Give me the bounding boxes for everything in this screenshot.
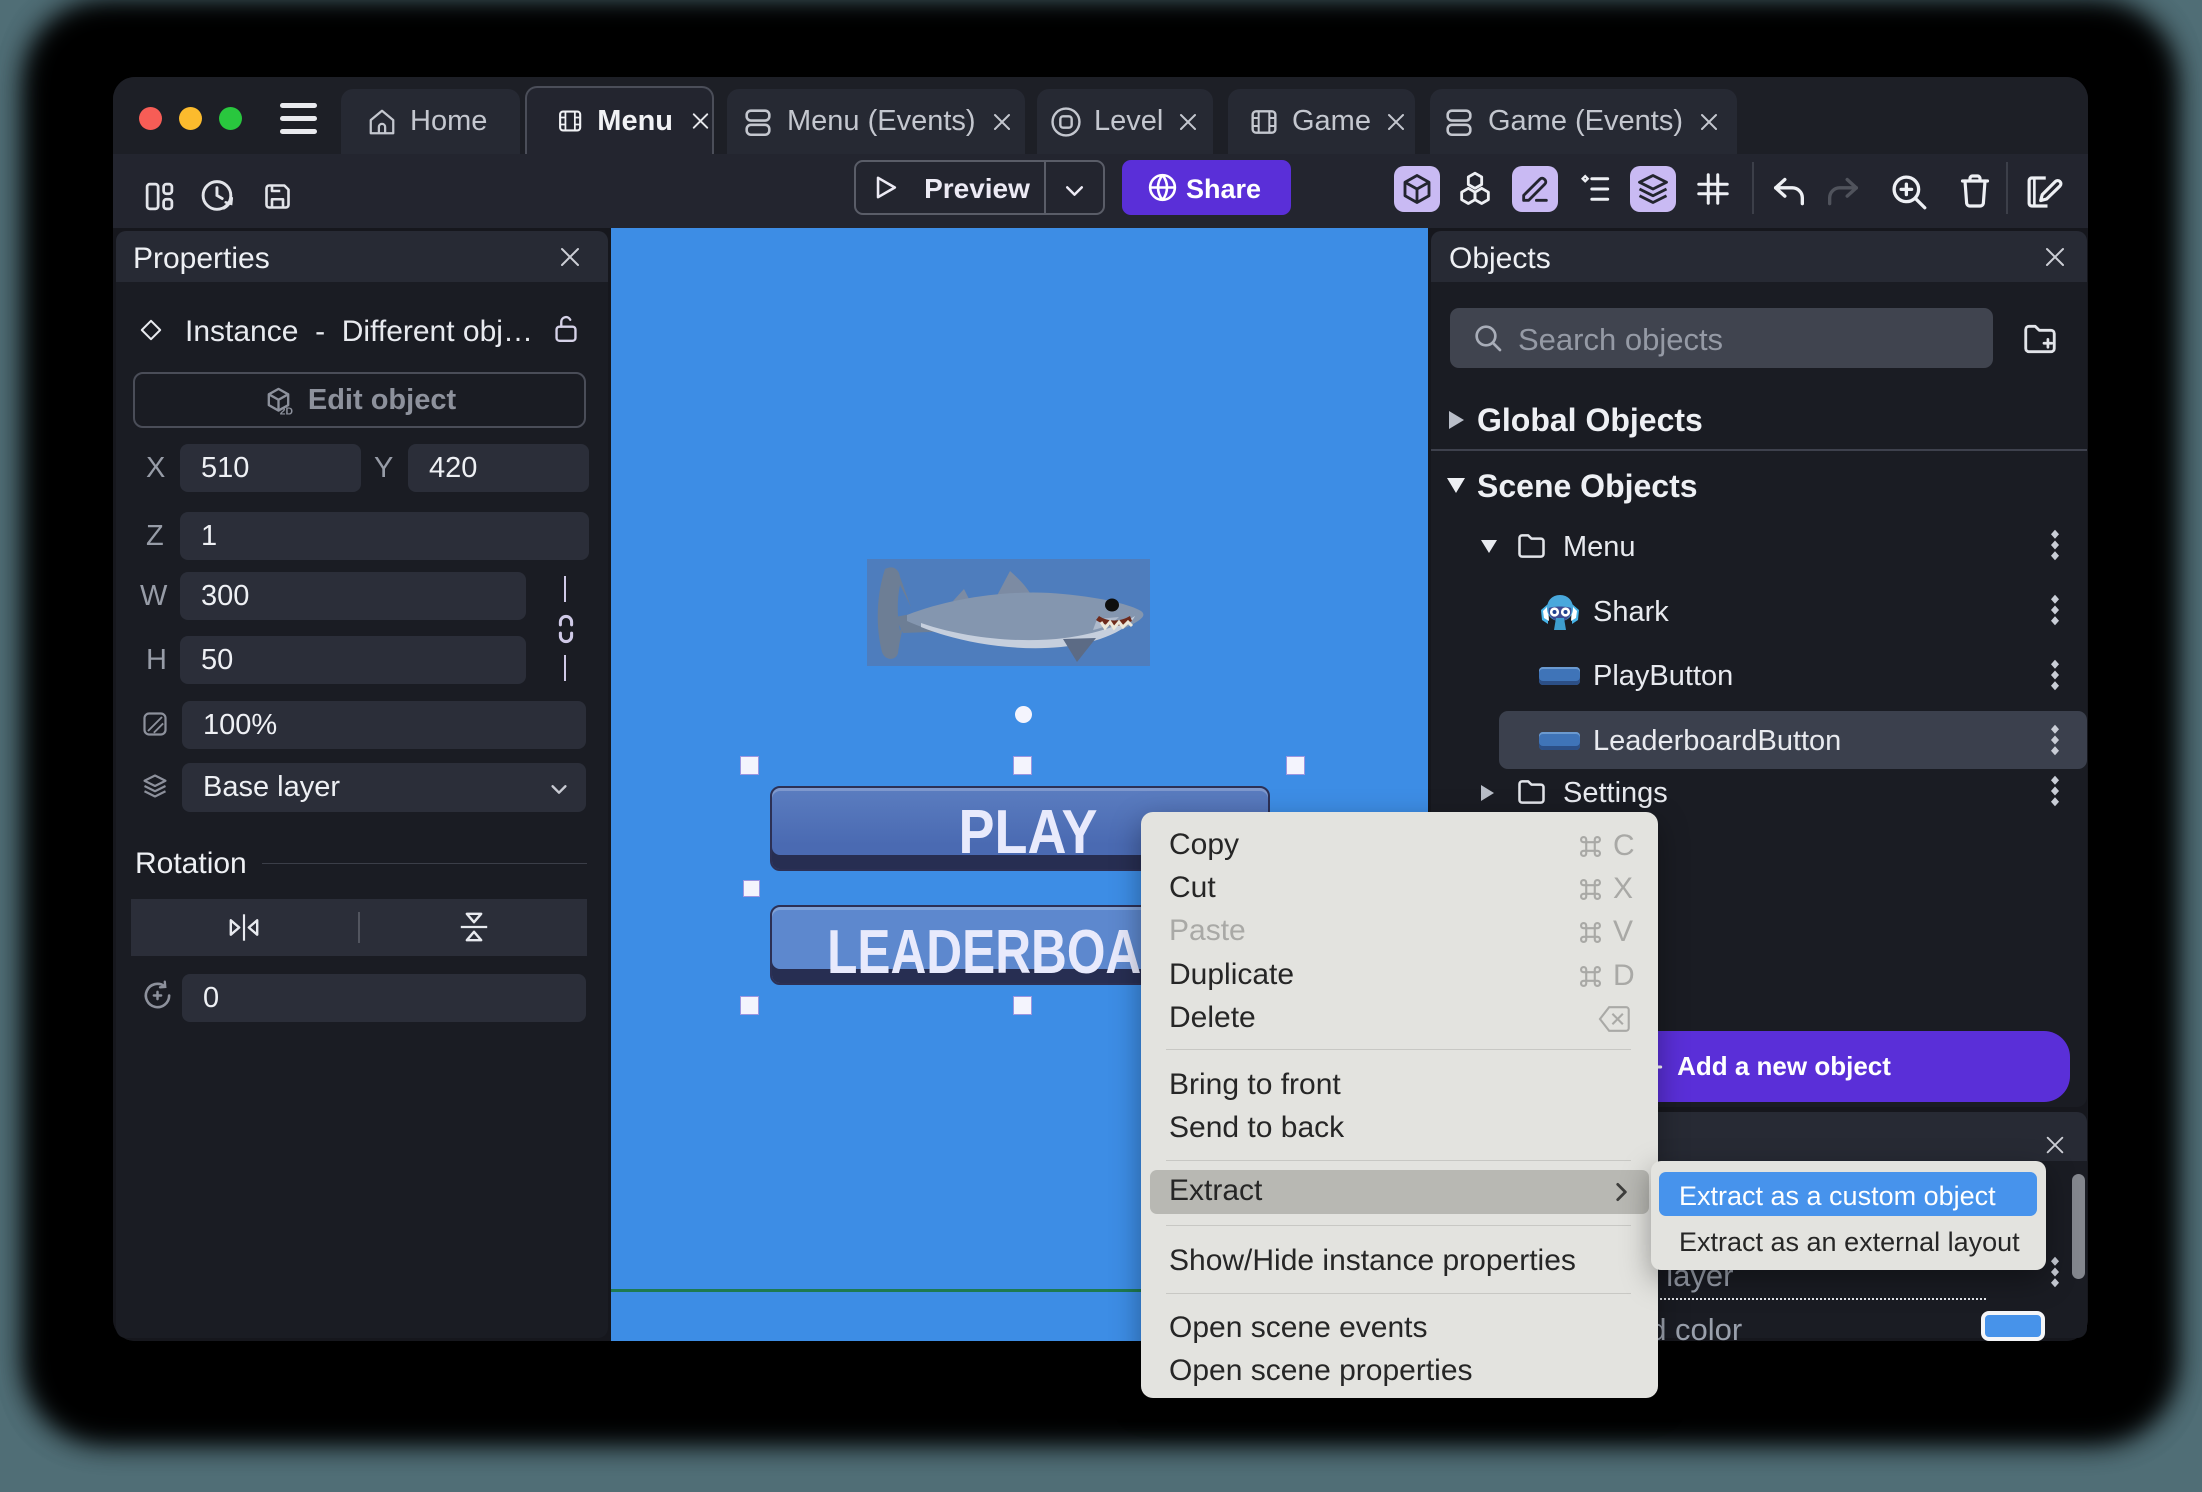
svg-text:2D: 2D bbox=[280, 406, 294, 415]
